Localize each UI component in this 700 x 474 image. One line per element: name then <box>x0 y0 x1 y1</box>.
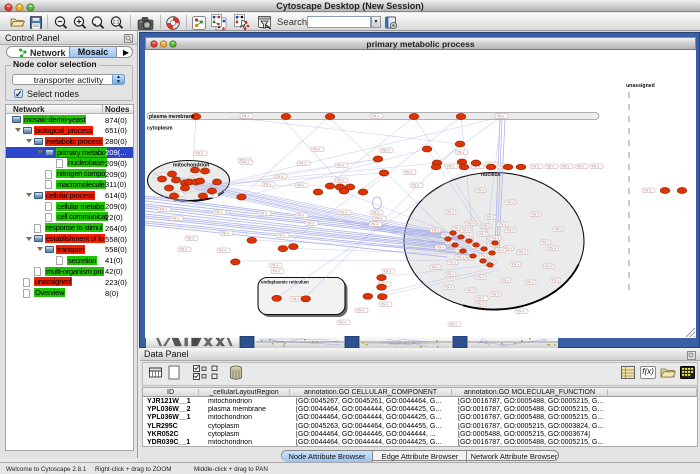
svg-text:Ybr-x: Ybr-x <box>187 237 195 241</box>
svg-text:Ybr-x: Ybr-x <box>375 217 383 221</box>
svg-text:Ybr-x: Ybr-x <box>292 297 300 301</box>
svg-text:Ybr-x: Ybr-x <box>507 201 515 205</box>
svg-text:Ybr-x: Ybr-x <box>215 211 223 215</box>
svg-text:Ybr-x: Ybr-x <box>519 251 527 255</box>
svg-text:Ybr-x: Ybr-x <box>555 228 563 232</box>
svg-text:Ybr-x: Ybr-x <box>492 293 500 297</box>
svg-text:Ybr-x: Ybr-x <box>545 265 553 269</box>
svg-text:Ybr-x: Ybr-x <box>299 162 307 166</box>
svg-text:Ybr-x: Ybr-x <box>577 165 585 169</box>
svg-text:Ybr-x: Ybr-x <box>432 229 440 233</box>
svg-text:unassigned: unassigned <box>626 83 655 89</box>
svg-text:Ybr-x: Ybr-x <box>644 189 652 193</box>
svg-text:Ybr-x: Ybr-x <box>381 303 389 307</box>
svg-text:Ybr-x: Ybr-x <box>483 225 491 229</box>
svg-text:Ybr-x: Ybr-x <box>477 297 485 301</box>
svg-text:Ybr-x: Ybr-x <box>432 266 440 270</box>
svg-text:Ybr-x: Ybr-x <box>449 261 457 265</box>
svg-text:Ybr-x: Ybr-x <box>497 249 505 253</box>
svg-text:Ybr-x: Ybr-x <box>313 148 321 152</box>
svg-text:1:1: 1:1 <box>113 20 120 26</box>
svg-text:Ybr-x: Ybr-x <box>276 175 284 179</box>
svg-text:Ybr-x: Ybr-x <box>547 165 555 169</box>
svg-text:Ybr-x: Ybr-x <box>339 321 347 325</box>
svg-text:Ybr-x: Ybr-x <box>260 212 268 216</box>
svg-text:Ybr-x: Ybr-x <box>273 270 281 274</box>
svg-text:Ybr-x: Ybr-x <box>499 223 507 227</box>
svg-text:Ybr-x: Ybr-x <box>242 114 250 118</box>
svg-text:Ybr-x: Ybr-x <box>552 279 560 283</box>
svg-text:plasma membrane: plasma membrane <box>149 114 195 120</box>
svg-text:Ybr-x: Ybr-x <box>447 165 455 169</box>
svg-text:Ybr-x: Ybr-x <box>450 323 458 327</box>
svg-text:Ybr-x: Ybr-x <box>462 229 470 233</box>
svg-text:Ybr-x: Ybr-x <box>357 309 365 313</box>
svg-text:Ybr-x: Ybr-x <box>372 114 380 118</box>
svg-text:Ybr-x: Ybr-x <box>532 165 540 169</box>
svg-text:Ybr-x: Ybr-x <box>437 246 445 250</box>
svg-text:Ybr-x: Ybr-x <box>542 241 550 245</box>
svg-text:Ybr-x: Ybr-x <box>242 161 250 165</box>
svg-text:Ybr-x: Ybr-x <box>307 222 315 226</box>
svg-text:Ybr-x: Ybr-x <box>219 249 227 253</box>
svg-text:Ybr-x: Ybr-x <box>507 229 515 233</box>
svg-text:Ybr-x: Ybr-x <box>384 270 392 274</box>
svg-text:Ybr-x: Ybr-x <box>160 208 168 212</box>
svg-text:Ybr-x: Ybr-x <box>337 164 345 168</box>
svg-text:Ybr-x: Ybr-x <box>337 179 345 183</box>
svg-text:Ybr-x: Ybr-x <box>497 114 505 118</box>
svg-text:Ybr-x: Ybr-x <box>457 256 465 260</box>
svg-text:Ybr-x: Ybr-x <box>562 165 570 169</box>
svg-text:Ybr-x: Ybr-x <box>481 255 489 259</box>
svg-text:cytoplasm: cytoplasm <box>147 126 173 132</box>
svg-text:Ybr-x: Ybr-x <box>340 211 348 215</box>
svg-text:Ybr-x: Ybr-x <box>517 310 525 314</box>
svg-text:Ybr-x: Ybr-x <box>297 214 305 218</box>
svg-text:Ybr-x: Ybr-x <box>180 248 188 252</box>
svg-text:Ybr-x: Ybr-x <box>447 273 455 277</box>
svg-text:Ybr-x: Ybr-x <box>467 222 475 226</box>
svg-text:Ybr-x: Ybr-x <box>372 211 380 215</box>
svg-text:Ybr-x: Ybr-x <box>278 234 286 238</box>
svg-text:Ybr-x: Ybr-x <box>445 286 453 290</box>
svg-text:Ybr-x: Ybr-x <box>512 263 520 267</box>
svg-text:Ybr-x: Ybr-x <box>502 279 510 283</box>
svg-text:Ybr-x: Ybr-x <box>549 247 557 251</box>
svg-text:Ybr-x: Ybr-x <box>264 183 272 187</box>
svg-text:Ybr-x: Ybr-x <box>196 152 204 156</box>
svg-text:Ybr-x: Ybr-x <box>371 223 379 227</box>
svg-text:Ybr-x: Ybr-x <box>297 184 305 188</box>
svg-text:Ybr-x: Ybr-x <box>532 213 540 217</box>
svg-text:Ybr-x: Ybr-x <box>477 189 485 193</box>
svg-text:Ybr-x: Ybr-x <box>222 232 230 236</box>
svg-text:Ybr-x: Ybr-x <box>467 289 475 293</box>
svg-text:Ybr-x: Ybr-x <box>487 216 495 220</box>
svg-text:Ybr-x: Ybr-x <box>412 184 420 188</box>
svg-text:Ybr-x: Ybr-x <box>172 217 180 221</box>
svg-text:Ybr-x: Ybr-x <box>405 171 413 175</box>
svg-text:endoplasmic reticulum: endoplasmic reticulum <box>261 280 309 285</box>
svg-text:Ybr-x: Ybr-x <box>457 151 465 155</box>
svg-text:Ybr-x: Ybr-x <box>271 264 279 268</box>
svg-text:Ybr-x: Ybr-x <box>477 303 485 307</box>
svg-text:mitochondrion: mitochondrion <box>173 163 209 169</box>
svg-text:Ybr-x: Ybr-x <box>592 165 600 169</box>
svg-text:Ybr-x: Ybr-x <box>479 233 487 237</box>
svg-text:Ybr-x: Ybr-x <box>447 211 455 215</box>
svg-text:nucleus: nucleus <box>481 172 501 178</box>
svg-text:Ybr-x: Ybr-x <box>477 276 485 280</box>
svg-text:Ybr-x: Ybr-x <box>382 149 390 153</box>
svg-text:Ybr-x: Ybr-x <box>492 237 500 241</box>
svg-text:Ybr-x: Ybr-x <box>527 281 535 285</box>
